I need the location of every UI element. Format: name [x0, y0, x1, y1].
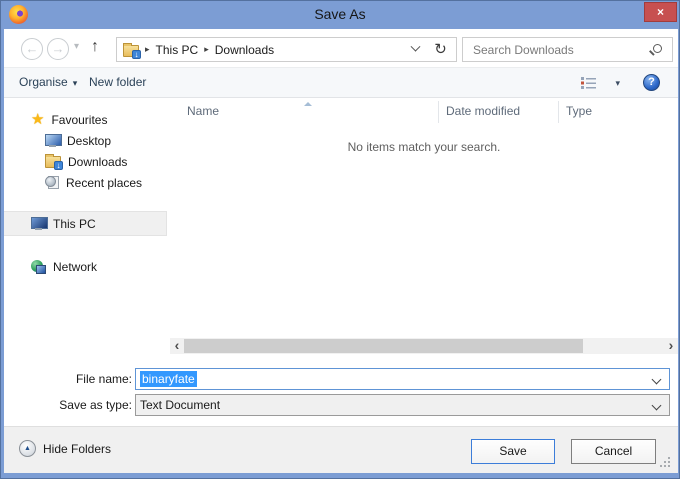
recent-places-icon: [45, 176, 59, 189]
downloads-folder-icon: ↓: [123, 45, 139, 57]
hide-folders-label: Hide Folders: [43, 442, 111, 456]
sidebar-item-desktop[interactable]: Desktop: [4, 130, 170, 151]
file-name-value[interactable]: binaryfate: [140, 371, 197, 387]
hide-folders-button[interactable]: ▲ Hide Folders: [19, 440, 111, 457]
chevron-down-icon: ▾: [615, 78, 620, 88]
this-pc-icon: [31, 217, 46, 230]
file-list: Name Date modified Type No items match y…: [170, 98, 678, 354]
save-as-type-value: Text Document: [140, 398, 220, 412]
breadcrumb-item-downloads[interactable]: Downloads: [215, 43, 274, 57]
main-area: ★ Favourites Desktop ↓ Downloads Recent …: [4, 98, 678, 354]
up-icon: ↑: [91, 38, 99, 55]
save-button[interactable]: Save: [471, 439, 555, 464]
dialog-content: ← → ▾ ↑ ↓ ▸ This PC ▸ Downloads ↻ Organi…: [4, 29, 678, 473]
sidebar-label: Recent places: [66, 176, 142, 190]
sidebar-item-recent-places[interactable]: Recent places: [4, 172, 170, 193]
navigation-pane: ★ Favourites Desktop ↓ Downloads Recent …: [4, 98, 170, 354]
downloads-folder-icon: ↓: [45, 156, 61, 168]
search-icon: [653, 44, 662, 53]
organise-label: Organise: [19, 75, 68, 89]
title-bar: Save As ×: [1, 1, 679, 29]
up-button[interactable]: ↑: [91, 38, 99, 56]
column-header-date-modified[interactable]: Date modified: [446, 104, 520, 118]
organise-button[interactable]: Organise ▾: [19, 75, 77, 89]
refresh-button[interactable]: ↻: [425, 37, 457, 62]
new-folder-button[interactable]: New folder: [89, 75, 146, 89]
list-view-icon: [581, 77, 596, 89]
column-divider[interactable]: [558, 101, 559, 123]
cancel-button[interactable]: Cancel: [571, 439, 656, 464]
scroll-left-icon[interactable]: ‹: [170, 338, 184, 354]
sidebar-label: Downloads: [68, 155, 127, 169]
sidebar-item-network[interactable]: Network: [4, 256, 170, 277]
footer-bar: ▲ Hide Folders Save Cancel: [4, 426, 678, 473]
sidebar-label: Network: [53, 260, 97, 274]
resize-grip[interactable]: [660, 457, 670, 467]
file-name-combobox[interactable]: binaryfate: [135, 368, 670, 390]
breadcrumb-separator-icon: ▸: [145, 44, 150, 55]
sidebar-label: Desktop: [67, 134, 111, 148]
sidebar-item-downloads[interactable]: ↓ Downloads: [4, 151, 170, 172]
sidebar-label: This PC: [53, 217, 96, 231]
forward-icon: →: [52, 41, 65, 56]
help-button[interactable]: ?: [643, 74, 660, 91]
new-folder-label: New folder: [89, 75, 146, 89]
search-input[interactable]: [471, 40, 641, 59]
collapse-up-icon: ▲: [19, 440, 36, 457]
download-arrow-icon: ↓: [54, 161, 63, 170]
sort-ascending-icon: [304, 102, 312, 106]
breadcrumb[interactable]: ↓ ▸ This PC ▸ Downloads: [116, 37, 426, 62]
recent-locations-dropdown[interactable]: ▾: [74, 41, 79, 52]
view-dropdown-button[interactable]: ▾: [615, 78, 620, 89]
file-name-label: File name:: [4, 372, 132, 386]
star-icon: ★: [31, 112, 44, 127]
chevron-down-icon[interactable]: [652, 375, 662, 385]
command-toolbar: Organise ▾ New folder ▾ ?: [4, 67, 678, 98]
save-as-type-label: Save as type:: [4, 398, 132, 412]
close-button[interactable]: ×: [644, 2, 677, 22]
scrollbar-thumb[interactable]: [184, 339, 583, 353]
back-icon: ←: [26, 41, 39, 56]
horizontal-scrollbar[interactable]: ‹ ›: [170, 338, 678, 354]
search-box: [462, 37, 673, 62]
list-header: Name Date modified Type: [170, 101, 678, 123]
column-header-name[interactable]: Name: [187, 104, 219, 118]
address-dropdown-icon[interactable]: [411, 42, 421, 52]
help-icon: ?: [648, 76, 655, 88]
breadcrumb-separator-icon: ▸: [204, 44, 209, 55]
breadcrumb-item-this-pc[interactable]: This PC: [156, 43, 199, 57]
window-title: Save As: [1, 6, 679, 22]
file-fields: File name: binaryfate Save as type: Text…: [4, 354, 678, 426]
chevron-down-icon: ▾: [74, 41, 79, 52]
sidebar-label: Favourites: [51, 113, 107, 127]
column-header-type[interactable]: Type: [566, 104, 592, 118]
back-button[interactable]: ←: [21, 38, 43, 60]
close-icon: ×: [657, 5, 664, 19]
sidebar-item-this-pc[interactable]: This PC: [4, 211, 167, 236]
save-as-dialog: Save As × ← → ▾ ↑ ↓ ▸ This PC ▸ Download…: [0, 0, 680, 479]
forward-button[interactable]: →: [47, 38, 69, 60]
sidebar-item-favourites[interactable]: ★ Favourites: [4, 109, 170, 130]
chevron-down-icon: ▾: [73, 78, 78, 88]
save-as-type-combobox[interactable]: Text Document: [135, 394, 670, 416]
navigation-bar: ← → ▾ ↑ ↓ ▸ This PC ▸ Downloads ↻: [4, 29, 678, 67]
network-icon: [31, 260, 46, 274]
empty-folder-message: No items match your search.: [170, 140, 678, 154]
desktop-icon: [45, 134, 60, 147]
chevron-down-icon[interactable]: [652, 401, 662, 411]
scroll-right-icon[interactable]: ›: [664, 338, 678, 354]
change-view-button[interactable]: [581, 77, 596, 89]
download-arrow-icon: ↓: [132, 50, 141, 59]
refresh-icon: ↻: [434, 41, 447, 58]
column-divider[interactable]: [438, 101, 439, 123]
